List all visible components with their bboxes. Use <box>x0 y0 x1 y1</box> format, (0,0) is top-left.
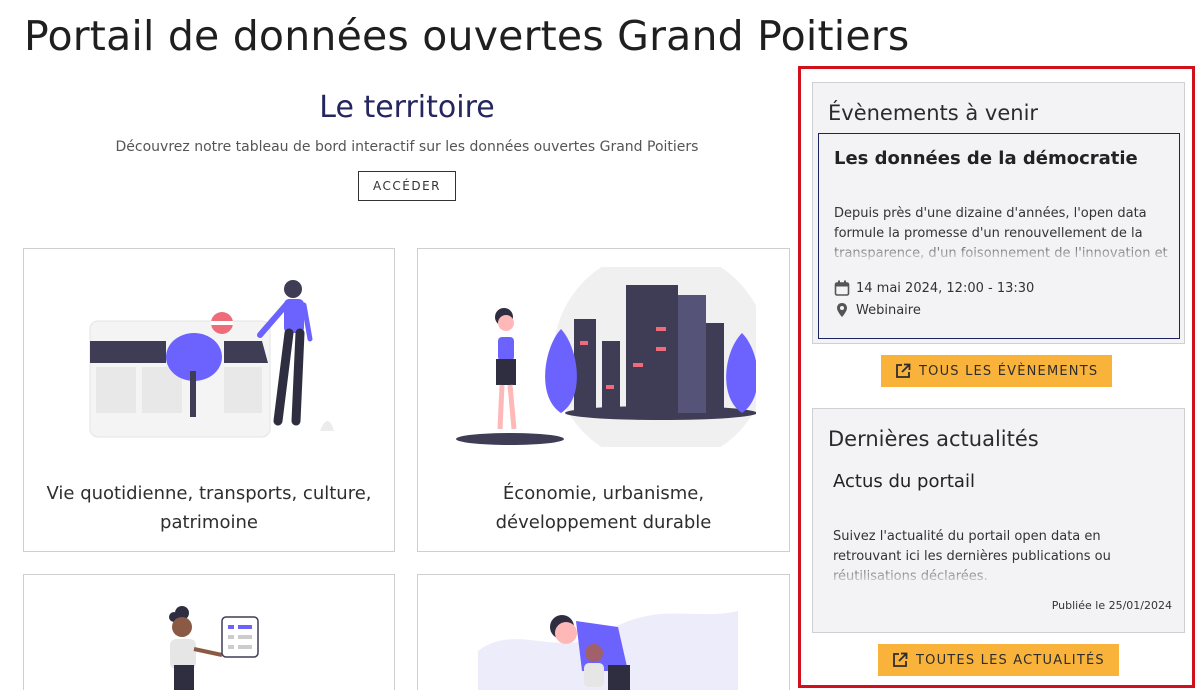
card-label: Vie quotidienne, transports, culture, pa… <box>24 479 394 537</box>
theme-card-economy[interactable]: Économie, urbanisme, développement durab… <box>417 248 790 552</box>
daily-life-illustration <box>89 280 334 438</box>
person-dashboard-illustration <box>169 606 259 690</box>
territory-section: Le territoire Découvrez notre tableau de… <box>24 90 790 201</box>
card-label-line2: patrimoine <box>160 512 258 533</box>
calendar-icon <box>834 280 850 296</box>
event-date-row: 14 mai 2024, 12:00 - 13:30 <box>834 280 1034 296</box>
theme-card-third[interactable] <box>23 574 395 690</box>
territory-title: Le territoire <box>319 90 495 125</box>
all-events-button[interactable]: TOUS LES ÉVÈNEMENTS <box>881 355 1113 387</box>
event-location: Webinaire <box>856 302 921 318</box>
news-heading: Dernières actualités <box>828 427 1039 451</box>
all-news-button[interactable]: TOUTES LES ACTUALITÉS <box>878 644 1119 676</box>
event-description: Depuis près d'une dizaine d'années, l'op… <box>834 206 1168 261</box>
card-label: Économie, urbanisme, développement durab… <box>418 479 789 537</box>
all-events-label: TOUS LES ÉVÈNEMENTS <box>919 363 1099 379</box>
card-label-line1: Économie, urbanisme, <box>502 483 705 504</box>
economy-illustration <box>456 267 756 447</box>
all-news-label: TOUTES LES ACTUALITÉS <box>916 652 1105 668</box>
theme-card-daily-life[interactable]: Vie quotidienne, transports, culture, pa… <box>23 248 395 552</box>
news-description: Suivez l'actualité du portail open data … <box>833 529 1111 584</box>
family-illustration <box>478 611 738 690</box>
page-title: Portail de données ouvertes Grand Poitie… <box>24 12 910 60</box>
external-link-icon <box>893 652 908 667</box>
card-label-line1: Vie quotidienne, transports, culture, <box>46 483 372 504</box>
access-button[interactable]: ACCÉDER <box>358 171 456 201</box>
external-link-icon <box>896 363 911 378</box>
theme-card-fourth[interactable] <box>417 574 790 690</box>
news-panel: Dernières actualités Actus du portail Su… <box>812 408 1185 633</box>
event-date: 14 mai 2024, 12:00 - 13:30 <box>856 280 1035 296</box>
territory-description: Découvrez notre tableau de bord interact… <box>115 139 699 155</box>
event-title: Les données de la démocratie <box>834 148 1138 169</box>
news-title[interactable]: Actus du portail <box>833 471 975 492</box>
events-heading: Évènements à venir <box>828 101 1039 125</box>
news-published-date: Publiée le 25/01/2024 <box>1051 599 1172 612</box>
event-location-row: Webinaire <box>834 302 921 318</box>
card-label-line2: développement durable <box>495 512 712 533</box>
location-pin-icon <box>837 303 847 317</box>
events-panel: Évènements à venir Les données de la dém… <box>812 82 1185 344</box>
sidebar-highlight: Évènements à venir Les données de la dém… <box>798 66 1195 688</box>
event-card[interactable]: Les données de la démocratie Depuis près… <box>818 133 1180 339</box>
